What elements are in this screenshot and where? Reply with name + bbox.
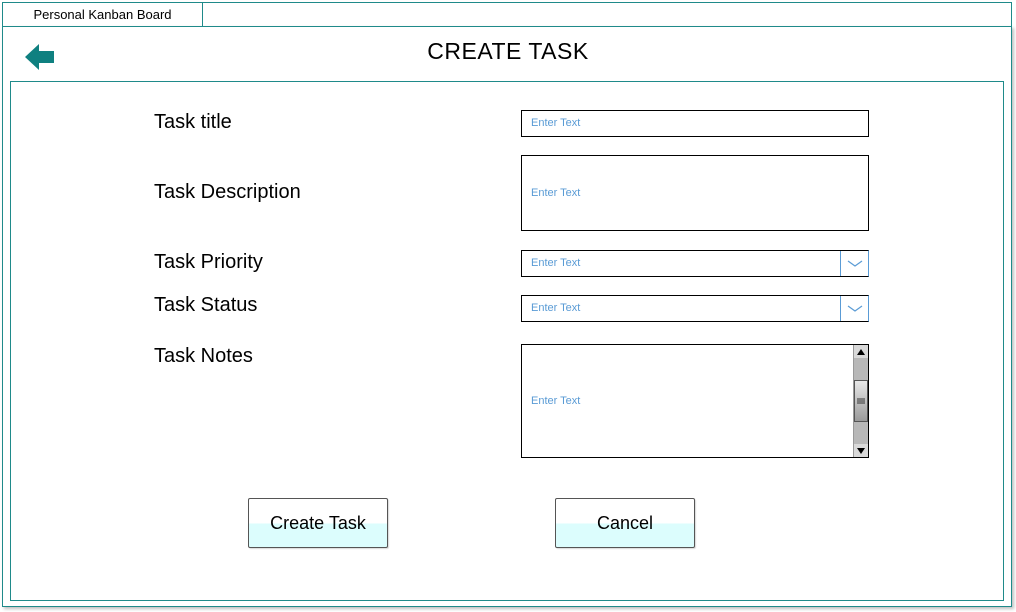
notes-scrollbar[interactable] — [853, 345, 868, 457]
create-task-button[interactable]: Create Task — [248, 498, 388, 548]
task-priority-value: Enter Text — [531, 257, 581, 269]
task-status-label: Task Status — [154, 294, 258, 316]
task-notes-label: Task Notes — [154, 345, 253, 367]
task-description-textarea[interactable]: Enter Text — [521, 155, 869, 231]
task-priority-label: Task Priority — [154, 251, 263, 273]
task-notes-textarea[interactable]: Enter Text — [521, 344, 869, 458]
cancel-button[interactable]: Cancel — [555, 498, 695, 548]
tab-strip — [203, 2, 1012, 27]
task-description-label: Task Description — [154, 181, 301, 203]
window-tab[interactable]: Personal Kanban Board — [2, 2, 203, 26]
task-description-placeholder: Enter Text — [531, 187, 581, 199]
task-title-label: Task title — [154, 111, 232, 133]
scroll-down-arrow-icon[interactable] — [854, 444, 868, 457]
task-status-select[interactable]: Enter Text — [521, 295, 869, 322]
scroll-up-arrow-icon[interactable] — [854, 345, 868, 358]
task-status-value: Enter Text — [531, 302, 581, 314]
chevron-down-icon[interactable] — [840, 251, 868, 276]
scroll-thumb[interactable] — [854, 380, 868, 422]
task-title-input[interactable]: Enter Text — [521, 110, 869, 137]
chevron-down-icon[interactable] — [840, 296, 868, 321]
page-title: CREATE TASK — [427, 38, 589, 64]
task-priority-select[interactable]: Enter Text — [521, 250, 869, 277]
task-notes-placeholder: Enter Text — [531, 395, 581, 407]
